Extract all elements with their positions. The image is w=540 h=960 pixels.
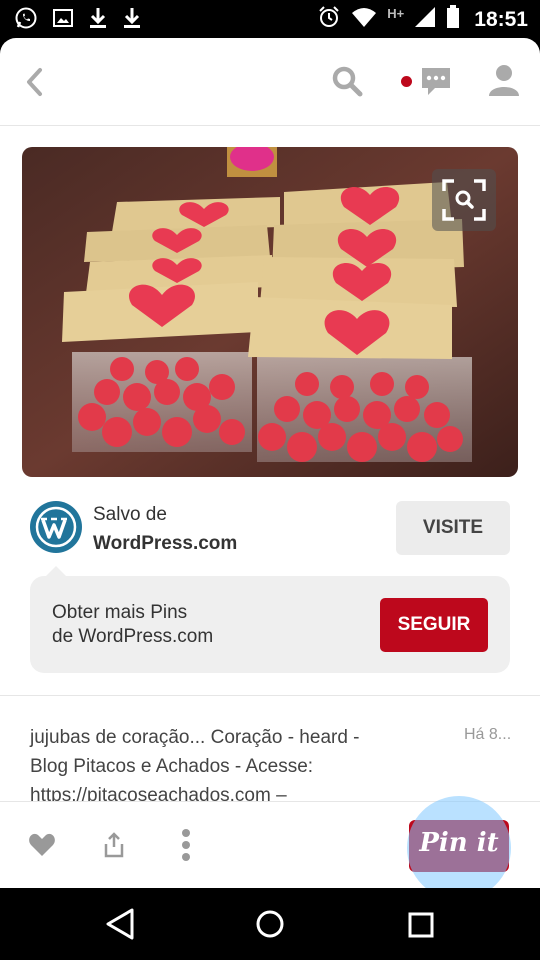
nav-back-icon — [106, 908, 134, 940]
download-icon — [88, 6, 108, 35]
time-ago: Há 8... — [464, 726, 512, 743]
follow-text-line2: de WordPress.com — [52, 626, 214, 647]
pin-it-label: Pin it — [419, 828, 499, 858]
image-icon — [52, 7, 74, 34]
whatsapp-icon — [14, 6, 38, 35]
action-bar: Pin it — [0, 796, 540, 888]
description-line: Blog Pitacos e Achados - Acesse: — [30, 756, 314, 777]
follow-text-line1: Obter mais Pins — [52, 602, 188, 623]
nav-recent-icon — [408, 912, 434, 938]
more-options-button[interactable] — [180, 828, 192, 862]
pin-it-button[interactable]: Pin it — [407, 796, 511, 888]
more-icon — [182, 829, 190, 861]
zoom-expand-icon — [442, 179, 486, 221]
nav-home-button[interactable] — [255, 909, 285, 944]
share-button[interactable] — [103, 832, 125, 858]
system-icons: H+ 18:51 — [317, 5, 528, 34]
visit-button[interactable]: VISITE — [396, 501, 510, 555]
wifi-icon — [351, 6, 377, 33]
heart-icon — [29, 833, 55, 856]
follow-button[interactable]: SEGUIR — [380, 598, 488, 652]
follow-text: Obter mais Pins de WordPress.com — [52, 601, 213, 649]
messages-icon — [422, 68, 450, 95]
profile-button[interactable] — [486, 62, 522, 98]
pin-description: jujubas de coração... Coração - heard - … — [30, 723, 450, 810]
source-name[interactable]: WordPress.com — [93, 533, 237, 555]
clock: 18:51 — [474, 7, 528, 31]
follow-card: Obter mais Pins de WordPress.com SEGUIR — [30, 566, 510, 673]
profile-icon — [489, 65, 519, 96]
notification-dot — [401, 76, 412, 87]
alarm-icon — [317, 5, 341, 34]
network-type-label: H+ — [387, 6, 405, 21]
wordpress-logo[interactable] — [30, 501, 82, 553]
search-button[interactable] — [330, 64, 364, 98]
nav-recent-button[interactable] — [408, 912, 434, 943]
share-icon — [104, 832, 124, 858]
saved-from-label: Salvo de — [93, 504, 167, 525]
wordpress-icon — [35, 506, 77, 548]
battery-icon — [446, 5, 460, 34]
signal-icon — [414, 6, 436, 33]
notification-icons — [14, 6, 142, 35]
system-nav-bar — [0, 888, 540, 960]
status-bar: H+ 18:51 — [0, 0, 540, 38]
zoom-expand-button[interactable] — [432, 169, 496, 231]
search-icon — [332, 66, 363, 97]
like-button[interactable] — [28, 832, 56, 858]
back-button[interactable] — [18, 64, 54, 100]
nav-back-button[interactable] — [104, 907, 136, 946]
back-icon — [27, 68, 42, 96]
divider — [0, 695, 540, 696]
description-line: jujubas de coração... Coração - heard - — [30, 727, 360, 748]
pin-detail-screen: Salvo de WordPress.com VISITE Obter mais… — [0, 38, 540, 888]
download-icon — [122, 6, 142, 35]
top-toolbar — [0, 38, 540, 126]
messages-button[interactable] — [419, 64, 453, 98]
nav-home-icon — [256, 910, 284, 938]
